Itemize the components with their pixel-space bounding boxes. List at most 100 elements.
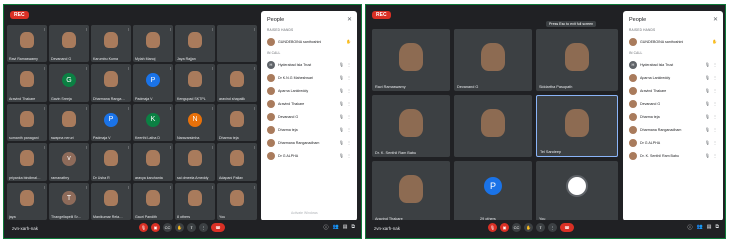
end-call-button[interactable]: ☎: [211, 223, 225, 232]
participant-tile[interactable]: ⫶ Mylah Manoj: [133, 25, 173, 63]
more-options-icon[interactable]: ⋮: [347, 153, 351, 158]
raise-hand-icon[interactable]: ✋: [524, 223, 533, 232]
end-call-button[interactable]: ☎: [560, 223, 574, 232]
people-icon[interactable]: 👥: [332, 224, 338, 231]
participant-tile[interactable]: ⫶ priyanka bindimal…: [7, 143, 47, 181]
participant-tile[interactable]: ⫶ sumanth panagani: [7, 103, 47, 142]
participant-tile[interactable]: ⫶ Aravind Thakare: [7, 64, 47, 102]
people-list-item[interactable]: Dharma teja 🎙 ⋮: [261, 123, 357, 136]
activities-icon[interactable]: ⧉: [715, 224, 719, 231]
mic-off-icon[interactable]: 🎙: [339, 127, 344, 132]
participant-tile[interactable]: Devanand G: [454, 29, 532, 91]
self-tile[interactable]: You: [536, 161, 618, 223]
mic-off-icon[interactable]: 🎙: [339, 88, 344, 93]
mic-off-icon[interactable]: 🎙: [705, 62, 710, 67]
participant-tile[interactable]: ⫶ Karumbu Kuma: [91, 25, 131, 63]
people-list-item[interactable]: Aravind Thakare 🎙 ⋮: [623, 84, 723, 97]
people-list-item[interactable]: Dr K.N.G Maheshwari 🎙 ⋮: [261, 71, 357, 84]
participant-tile[interactable]: ⫶ Manikumar Rela…: [91, 182, 131, 220]
people-list-item[interactable]: H Hyderabad Isla Trust 🎙 ⋮: [623, 58, 723, 71]
mic-off-icon[interactable]: 🎙: [488, 223, 497, 232]
more-options-icon[interactable]: ⋮: [713, 62, 717, 67]
participant-tile[interactable]: T ⫶ Thangellapelli Sr…: [49, 182, 89, 220]
more-options-icon[interactable]: ⋮: [713, 153, 717, 158]
raised-hand-row[interactable]: GUNDEBOINA santhoshini ✋: [261, 35, 357, 48]
participant-tile[interactable]: [454, 95, 532, 157]
more-options-icon[interactable]: ⋮: [199, 223, 208, 232]
participant-tile[interactable]: v ⫶ ramanathry: [49, 143, 89, 181]
participant-tile[interactable]: ⫶ swapna neruri: [49, 103, 89, 142]
more-options-icon[interactable]: ⋮: [347, 127, 351, 132]
raise-hand-icon[interactable]: ✋: [175, 223, 184, 232]
mic-off-icon[interactable]: 🎙: [705, 75, 710, 80]
participant-tile[interactable]: ⫶: [217, 25, 257, 63]
people-list-item[interactable]: H Hyderabad Isla Trust 🎙 ⋮: [261, 58, 357, 71]
participant-tile[interactable]: G ⫶ Gavin Sreeja: [49, 64, 89, 102]
chat-icon[interactable]: ▤: [707, 224, 712, 231]
mic-off-icon[interactable]: 🎙: [339, 140, 344, 145]
mic-off-icon[interactable]: 🎙: [705, 153, 710, 158]
participant-tile[interactable]: ⫶ Kengupad SKTPL: [175, 64, 215, 102]
activities-icon[interactable]: ⧉: [351, 224, 355, 231]
more-options-icon[interactable]: ⋮: [347, 101, 351, 106]
more-options-icon[interactable]: ⋮: [713, 140, 717, 145]
more-options-icon[interactable]: ⋮: [713, 127, 717, 132]
participant-tile[interactable]: ⫶ aravya karuhanta: [133, 143, 173, 181]
people-list-item[interactable]: Dharmana Ranganadham 🎙 ⋮: [261, 136, 357, 149]
camera-off-icon[interactable]: ▣: [500, 223, 509, 232]
participant-tile[interactable]: N ⫶ Naravarsimha: [175, 103, 215, 142]
more-options-icon[interactable]: ⋮: [347, 88, 351, 93]
mic-off-icon[interactable]: 🎙: [339, 62, 344, 67]
info-icon[interactable]: ⓘ: [687, 224, 692, 231]
close-icon[interactable]: ✕: [713, 16, 718, 23]
participant-tile[interactable]: ⫶ Devanand G: [49, 25, 89, 63]
mic-off-icon[interactable]: 🎙: [705, 88, 710, 93]
more-options-icon[interactable]: ⋮: [548, 223, 557, 232]
mic-off-icon[interactable]: 🎙: [705, 127, 710, 132]
people-list-item[interactable]: Dharma teja 🎙 ⋮: [623, 110, 723, 123]
more-options-icon[interactable]: ⋮: [713, 75, 717, 80]
participant-tile[interactable]: P ⫶ Padmaja V: [91, 103, 131, 142]
people-list-item[interactable]: Aparna Lankireddy 🎙 ⋮: [261, 84, 357, 97]
participant-tile[interactable]: ⫶ sai dmeela Ameddy: [175, 143, 215, 181]
people-list-item[interactable]: Dr G ALPHA 🎙 ⋮: [261, 149, 357, 162]
more-options-icon[interactable]: ⋮: [347, 62, 351, 67]
captions-icon[interactable]: CC: [163, 223, 172, 232]
participant-tile[interactable]: ⫶ Jaya Rajjan: [175, 25, 215, 63]
participant-tile[interactable]: Dr. K. Senthil Ram Babu: [372, 95, 450, 157]
participant-tile-active[interactable]: Tel Sandeep: [536, 95, 618, 157]
more-options-icon[interactable]: ⋮: [347, 114, 351, 119]
people-list-item[interactable]: Dr G ALPHA 🎙 ⋮: [623, 136, 723, 149]
participant-tile[interactable]: ⫶ You: [217, 182, 257, 220]
participant-tile[interactable]: ⫶ jaya: [7, 182, 47, 220]
close-icon[interactable]: ✕: [347, 16, 352, 23]
participant-tile[interactable]: ⫶ Dharma teja: [217, 103, 257, 142]
camera-off-icon[interactable]: ▣: [151, 223, 160, 232]
people-list-item[interactable]: Dharmana Ranganadham 🎙 ⋮: [623, 123, 723, 136]
more-options-icon[interactable]: ⋮: [347, 75, 351, 80]
participant-tile[interactable]: ⫶ Dharmana Ranga…: [91, 64, 131, 102]
mic-off-icon[interactable]: 🎙: [705, 101, 710, 106]
people-list-item[interactable]: Aparna Lankireddy 🎙 ⋮: [623, 71, 723, 84]
info-icon[interactable]: ⓘ: [323, 224, 328, 231]
participant-tile[interactable]: P ⫶ Padmaja V: [133, 64, 173, 102]
captions-icon[interactable]: CC: [512, 223, 521, 232]
people-list-item[interactable]: Aravind Thakare 🎙 ⋮: [261, 97, 357, 110]
people-icon[interactable]: 👥: [696, 224, 702, 231]
participant-tile[interactable]: ⫶ 8 others: [175, 182, 215, 220]
others-tile[interactable]: P 29 others: [454, 161, 532, 223]
mic-off-icon[interactable]: 🎙: [705, 140, 710, 145]
mic-off-icon[interactable]: 🎙: [339, 75, 344, 80]
more-options-icon[interactable]: ⋮: [713, 101, 717, 106]
mic-off-icon[interactable]: 🎙: [339, 114, 344, 119]
participant-tile[interactable]: ⫶ Gauri Pandith: [133, 182, 173, 220]
mic-off-icon[interactable]: 🎙: [339, 101, 344, 106]
present-icon[interactable]: ⇪: [187, 223, 196, 232]
participant-tile[interactable]: ⫶ Dr Usha R: [91, 143, 131, 181]
participant-tile[interactable]: ⫶ Adapani Pallav: [217, 143, 257, 181]
participant-tile[interactable]: ⫶ Ravi Ramaswamy: [7, 25, 47, 63]
more-options-icon[interactable]: ⋮: [713, 114, 717, 119]
participant-tile[interactable]: Siddartha Pasupath: [536, 29, 618, 91]
people-list-item[interactable]: Devanand G 🎙 ⋮: [623, 97, 723, 110]
raised-hand-row[interactable]: GUNDEBOINA santhoshini ✋: [623, 35, 723, 48]
